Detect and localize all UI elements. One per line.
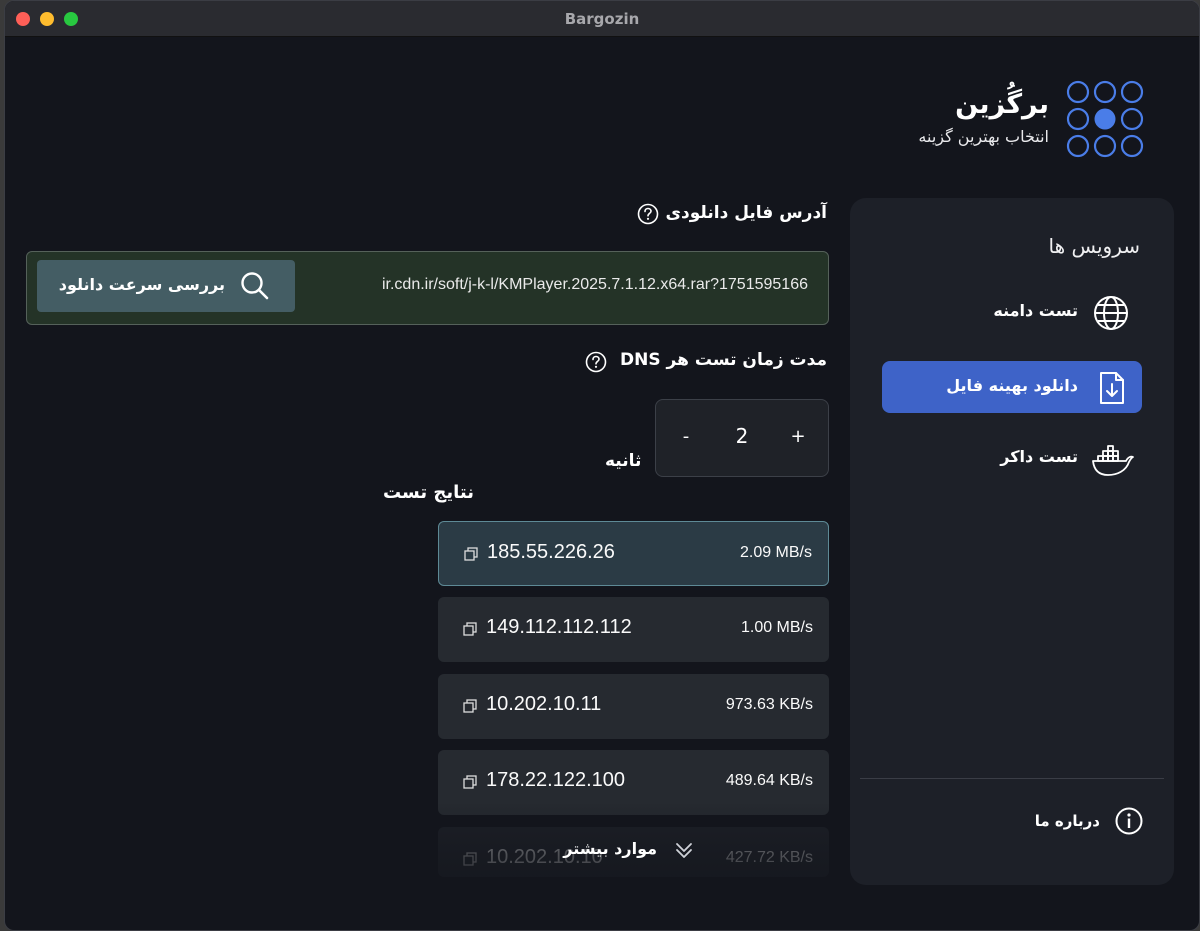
chevron-double-down-icon bbox=[676, 843, 692, 858]
increment-button[interactable]: + bbox=[788, 426, 808, 447]
file-download-icon bbox=[1100, 372, 1124, 404]
results-title: نتایج تست bbox=[383, 482, 474, 503]
app-window: Bargozin برگُزین انتخاب بهترین گزینه سرو… bbox=[4, 0, 1200, 931]
copy-icon[interactable] bbox=[462, 774, 478, 790]
result-speed: 1.00 MB/s bbox=[740, 619, 813, 636]
result-row[interactable]: 178.22.122.100 489.64 KB/s bbox=[438, 750, 829, 815]
sidebar-item-label: دانلود بهینه فایل bbox=[946, 376, 1078, 395]
show-more-label: موارد بیشتر bbox=[563, 839, 657, 858]
help-icon[interactable] bbox=[637, 203, 659, 225]
logo-icon bbox=[1066, 80, 1144, 158]
brand-name: برگُزین bbox=[955, 89, 1049, 120]
sidebar-item-domain-test[interactable]: تست دامنه bbox=[882, 286, 1142, 338]
docker-icon bbox=[1092, 445, 1134, 476]
dns-duration-stepper: - 2 + bbox=[655, 399, 829, 477]
result-speed: 427.72 KB/s bbox=[725, 849, 813, 866]
result-row[interactable]: 185.55.226.26 2.09 MB/s bbox=[438, 521, 829, 586]
copy-icon[interactable] bbox=[462, 698, 478, 714]
services-sidebar: سرویس ها تست دامنه دانلود بهینه فایل تست… bbox=[850, 198, 1174, 885]
result-speed: 489.64 KB/s bbox=[725, 772, 813, 789]
sidebar-item-file-download[interactable]: دانلود بهینه فایل bbox=[882, 361, 1142, 413]
result-ip: 178.22.122.100 bbox=[486, 769, 626, 791]
search-icon bbox=[241, 272, 269, 300]
seconds-unit-label: ثانیه bbox=[605, 451, 642, 471]
download-url-label: آدرس فایل دانلودی bbox=[665, 203, 827, 223]
dns-duration-label: مدت زمان تست هر DNS bbox=[620, 350, 827, 370]
brand-header: برگُزین انتخاب بهترین گزینه bbox=[845, 79, 1145, 159]
download-url-value[interactable]: ir.cdn.ir/soft/j-k-l/KMPlayer.2025.7.1.1… bbox=[382, 276, 808, 294]
brand-tagline: انتخاب بهترین گزینه bbox=[918, 127, 1049, 146]
sidebar-title: سرویس ها bbox=[1048, 234, 1140, 258]
check-download-speed-label: بررسی سرعت دانلود bbox=[58, 275, 225, 294]
result-speed: 2.09 MB/s bbox=[739, 544, 812, 561]
title-bar: Bargozin bbox=[5, 1, 1199, 37]
help-icon[interactable] bbox=[585, 351, 607, 373]
copy-icon[interactable] bbox=[463, 546, 479, 562]
show-more-button[interactable]: موارد بیشتر bbox=[563, 835, 705, 865]
download-url-input[interactable]: ir.cdn.ir/soft/j-k-l/KMPlayer.2025.7.1.1… bbox=[26, 251, 829, 325]
info-icon bbox=[1115, 807, 1143, 835]
result-row[interactable]: 149.112.112.112 1.00 MB/s bbox=[438, 597, 829, 662]
sidebar-item-label: تست داکر bbox=[1000, 447, 1078, 466]
result-row[interactable]: 10.202.10.11 973.63 KB/s bbox=[438, 674, 829, 739]
copy-icon[interactable] bbox=[462, 621, 478, 637]
sidebar-divider bbox=[860, 778, 1164, 779]
window-title: Bargozin bbox=[564, 10, 640, 28]
sidebar-item-label: تست دامنه bbox=[993, 301, 1078, 320]
sidebar-item-docker-test[interactable]: تست داکر bbox=[882, 432, 1142, 484]
result-speed: 973.63 KB/s bbox=[725, 696, 813, 713]
about-label: درباره ما bbox=[1034, 812, 1100, 830]
globe-icon bbox=[1094, 296, 1128, 330]
about-us-link[interactable]: درباره ما bbox=[944, 806, 1144, 840]
copy-icon[interactable] bbox=[462, 851, 478, 867]
result-ip: 10.202.10.11 bbox=[486, 693, 602, 715]
result-ip: 149.112.112.112 bbox=[486, 616, 632, 638]
result-ip: 185.55.226.26 bbox=[487, 541, 615, 563]
check-download-speed-button[interactable]: بررسی سرعت دانلود bbox=[37, 260, 295, 312]
